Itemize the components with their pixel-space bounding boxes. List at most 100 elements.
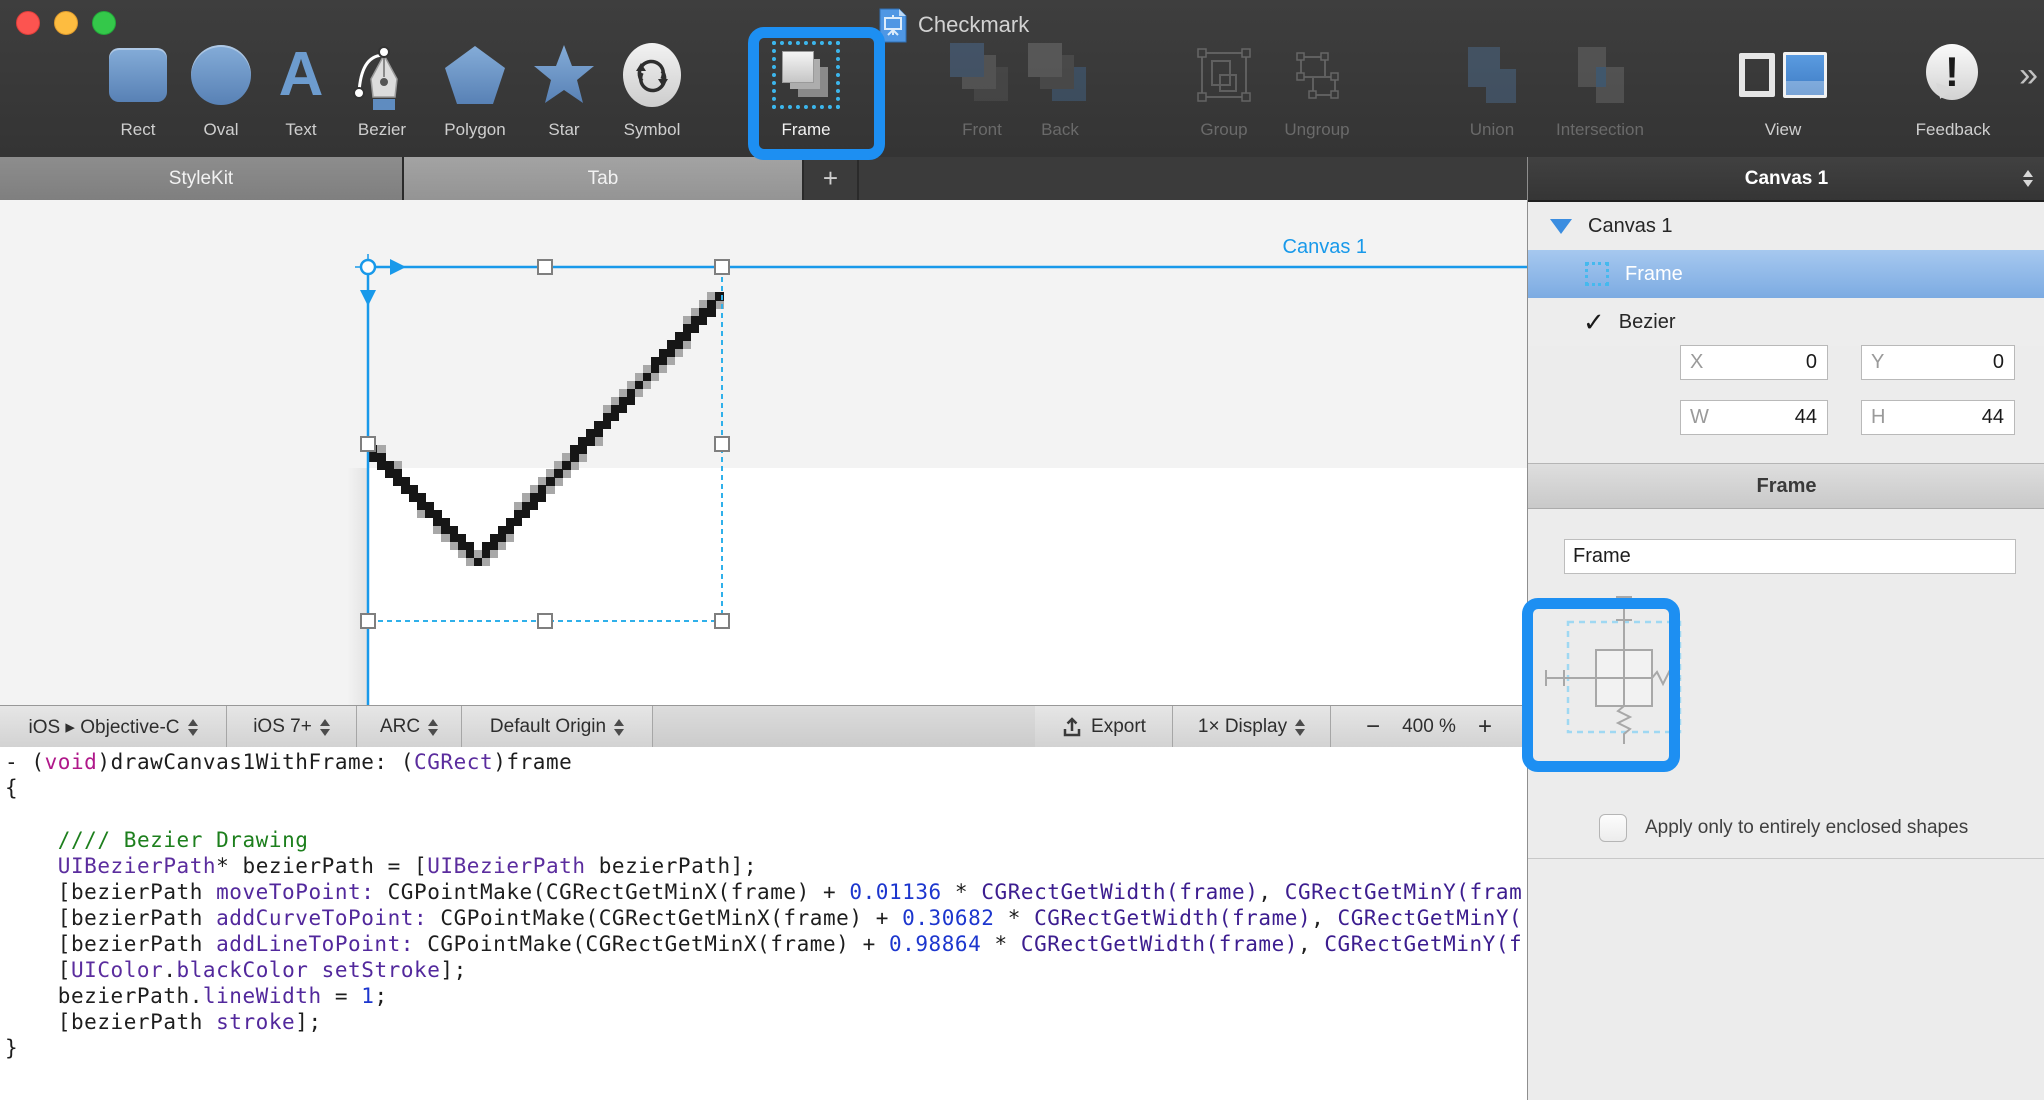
field-label: X — [1690, 351, 1806, 374]
stepper-icon — [614, 714, 624, 741]
selection-handle[interactable] — [715, 614, 729, 628]
field-h[interactable]: H44 — [1861, 400, 2015, 435]
zoom-out-button[interactable]: − — [1366, 713, 1380, 741]
inspector-header-title: Canvas 1 — [1745, 168, 1828, 190]
stepper-icon — [428, 714, 438, 741]
bezier-layer-icon: ✓ — [1583, 309, 1605, 335]
tool-label: Intersection — [1544, 120, 1656, 140]
frame-layer-icon — [1585, 262, 1609, 286]
zoom-in-button[interactable]: + — [1478, 713, 1492, 741]
symbol-icon — [623, 43, 681, 107]
tab-bar: StyleKitTab+ — [0, 157, 1527, 202]
feedback-icon: ! — [1926, 44, 1980, 106]
tool-label: Back — [1004, 120, 1116, 140]
tool-symbol[interactable]: Symbol — [596, 32, 708, 154]
export-button[interactable]: Export — [1035, 706, 1173, 748]
selection-handle[interactable] — [538, 614, 552, 628]
arc-dropdown[interactable]: ARC — [357, 706, 462, 748]
disclosure-triangle-icon[interactable] — [1550, 219, 1572, 234]
tab-tab[interactable]: Tab — [404, 157, 804, 200]
union-icon — [1460, 43, 1524, 107]
y-axis-arrow-icon — [360, 290, 376, 306]
toolbar: Checkmark Rect OvalA Text Bezier Polygon… — [0, 0, 2044, 157]
origin-marker-icon — [355, 254, 381, 280]
selection-handle[interactable] — [361, 437, 375, 451]
tool-view[interactable]: View — [1727, 32, 1839, 154]
field-value: 0 — [1993, 351, 2004, 374]
tool-label: Feedback — [1897, 120, 2009, 140]
zoom-level: 400 % — [1402, 716, 1456, 738]
tool-union: Union — [1436, 32, 1548, 154]
layer-label: Canvas 1 — [1588, 215, 1673, 238]
selection-handle[interactable] — [361, 614, 375, 628]
stepper-icon — [320, 714, 330, 741]
field-x[interactable]: X0 — [1680, 345, 1828, 380]
rect-icon — [109, 48, 167, 102]
field-label: Y — [1871, 351, 1993, 374]
os-version-dropdown[interactable]: iOS 7+ — [227, 706, 357, 748]
tab-stylekit[interactable]: StyleKit — [0, 157, 404, 200]
zoom-controls[interactable]: −400 % + — [1331, 706, 1528, 748]
frame-section-header: Frame — [1528, 463, 2044, 509]
origin-dropdown[interactable]: Default Origin — [462, 706, 653, 748]
field-w[interactable]: W44 — [1680, 400, 1828, 435]
selection-handle[interactable] — [715, 260, 729, 274]
selection-handle[interactable] — [715, 437, 729, 451]
tab-add-button[interactable]: + — [804, 157, 859, 200]
canvas-guides — [0, 200, 1527, 705]
field-value: 44 — [1982, 406, 2004, 429]
selection-handles — [361, 260, 729, 628]
tool-label: Symbol — [596, 120, 708, 140]
tool-frame[interactable]: Frame — [750, 32, 862, 154]
inspector-panel: Canvas 1 Canvas 1 Frame ✓ Bezier Frame — [1527, 157, 2044, 1100]
field-value: 0 — [1806, 351, 1817, 374]
field-label: W — [1690, 406, 1795, 429]
objective-c-code: - (void)drawCanvas1WithFrame: (CGRect)fr… — [0, 747, 1527, 1061]
tool-feedback[interactable]: ! Feedback — [1897, 32, 2009, 154]
document-icon — [878, 7, 908, 44]
layer-row-bezier[interactable]: ✓ Bezier — [1528, 298, 2044, 346]
field-label: H — [1871, 406, 1982, 429]
toolbar-overflow-chevron[interactable]: » — [2019, 56, 2038, 95]
back-icon — [1028, 43, 1092, 107]
oval-icon — [191, 45, 251, 105]
ungroup-icon — [1285, 43, 1349, 107]
tool-intersection: Intersection — [1544, 32, 1656, 154]
tool-label: View — [1727, 120, 1839, 140]
inspector-header-stepper-icon[interactable] — [2023, 165, 2033, 192]
traffic-light-minimize[interactable] — [54, 11, 78, 35]
bezier-pen-icon — [349, 35, 415, 115]
layer-row-canvas-1[interactable]: Canvas 1 — [1528, 202, 2044, 250]
canvas-name-label[interactable]: Canvas 1 — [1283, 236, 1368, 259]
star-icon — [531, 43, 597, 107]
canvas-area[interactable]: Canvas 1 — [0, 200, 1527, 705]
apply-enclosed-row: Apply only to entirely enclosed shapes — [1528, 797, 2044, 859]
inspector-header[interactable]: Canvas 1 — [1528, 157, 2044, 202]
apply-enclosed-label: Apply only to entirely enclosed shapes — [1645, 817, 1968, 839]
layer-label: Bezier — [1619, 311, 1676, 334]
stepper-icon — [188, 714, 198, 741]
platform-language-dropdown[interactable]: iOS ▸ Objective-C — [0, 706, 227, 748]
autoresize-springs-control[interactable] — [1538, 587, 1708, 767]
apply-enclosed-checkbox[interactable] — [1599, 814, 1627, 842]
traffic-light-close[interactable] — [16, 11, 40, 35]
layer-tree: Canvas 1 Frame ✓ Bezier — [1528, 202, 2044, 346]
layer-row-frame[interactable]: Frame — [1528, 250, 2044, 298]
intersection-icon — [1568, 43, 1632, 107]
tool-ungroup: Ungroup — [1261, 32, 1373, 154]
polygon-icon — [442, 43, 508, 107]
frame-name-input[interactable] — [1564, 539, 2016, 574]
tool-label: Union — [1436, 120, 1548, 140]
generated-code-panel: - (void)drawCanvas1WithFrame: (CGRect)fr… — [0, 747, 1527, 1100]
panel-divider — [1528, 858, 2044, 859]
text-icon: A — [279, 44, 324, 106]
field-y[interactable]: Y0 — [1861, 345, 2015, 380]
selection-handle[interactable] — [538, 260, 552, 274]
x-axis-arrow-icon — [390, 259, 406, 275]
field-value: 44 — [1795, 406, 1817, 429]
tool-label: Ungroup — [1261, 120, 1373, 140]
export-icon — [1061, 716, 1083, 738]
tool-label: Frame — [750, 120, 862, 140]
display-scale-dropdown[interactable]: 1× Display — [1173, 706, 1331, 748]
frame-icon — [772, 41, 840, 109]
